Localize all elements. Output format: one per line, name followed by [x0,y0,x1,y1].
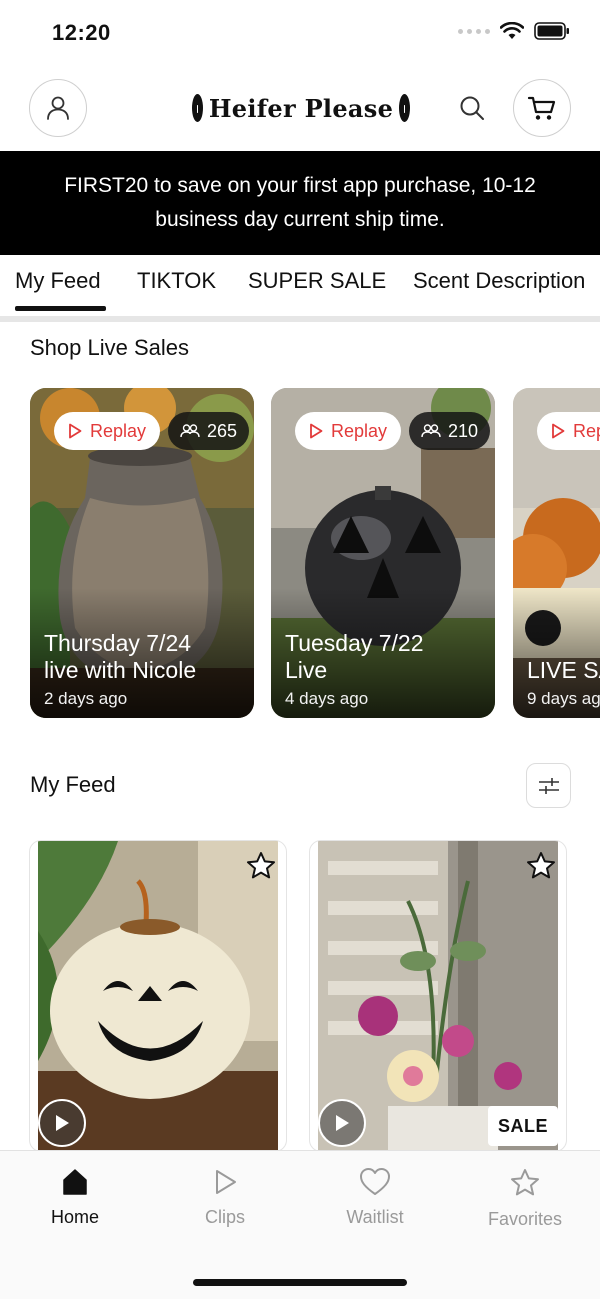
viewers-icon [421,424,441,438]
live-sale-title-line2: Live [285,657,328,683]
replay-badge[interactable]: Replay [54,412,161,450]
tabs-divider [0,316,600,322]
live-sale-age: 2 days ago [44,689,128,708]
live-sale-age: 9 days ago [527,689,600,708]
replay-label: Replay [90,420,147,441]
active-tab-indicator [15,306,106,311]
nav-clips-label: Clips [204,1207,245,1227]
nav-favorites-label: Favorites [487,1209,563,1229]
cart-icon [527,96,556,120]
tab-my-feed[interactable]: My Feed [15,268,101,294]
play-outline-icon [216,1170,236,1194]
replay-badge[interactable]: Replay [537,412,600,450]
promo-banner[interactable]: FIRST20 to save on your first app purcha… [0,151,600,255]
product-card[interactable]: SALE [309,840,567,1152]
logo-badge-left-icon [192,94,203,122]
live-sale-card[interactable]: Replay LIVE SALE 9 days ago [513,388,600,718]
cart-button[interactable] [513,79,571,137]
tab-super-sale[interactable]: SUPER SALE [248,268,386,294]
replay-label: Replay [331,420,388,441]
play-icon [336,1115,349,1131]
viewers-icon [180,424,200,438]
battery-icon [534,22,569,40]
app-header: Heifer Please [0,66,600,152]
live-sale-title-line2: live with Nicole [44,657,197,683]
viewers-count: 210 [448,420,479,441]
nav-home[interactable]: Home [15,1167,135,1228]
nav-favorites[interactable]: Favorites [465,1167,585,1230]
star-icon [511,1169,539,1196]
viewers-badge: 265 [168,412,250,450]
logo-badge-right-icon [399,94,410,122]
live-sale-title-line1: LIVE SALE [527,657,600,683]
live-sale-title: LIVE SALE [527,657,600,684]
profile-button[interactable] [29,79,87,137]
filter-button[interactable] [526,763,571,808]
favorite-button[interactable] [244,849,278,883]
my-feed-title: My Feed [30,772,116,797]
live-sale-title-line1: Thursday 7/24 [44,630,192,656]
status-icons [458,22,570,40]
search-button[interactable] [454,90,490,126]
viewers-count: 265 [207,420,238,441]
heart-icon [360,1168,390,1195]
cellular-signal-icon [458,28,490,34]
live-sale-title: Thursday 7/24 live with Nicole [44,630,196,684]
status-bar: 12:20 [0,0,600,66]
nav-home-label: Home [50,1207,99,1227]
play-outline-icon [310,423,323,439]
brand-logo-text: Heifer Please [208,93,394,123]
tab-scent-description[interactable]: Scent Description [413,268,585,294]
replay-label: Replay [573,420,600,441]
video-play-button[interactable] [38,1099,86,1147]
video-play-button[interactable] [318,1099,366,1147]
user-icon [47,96,69,120]
product-card[interactable] [29,840,287,1152]
live-sale-age: 4 days ago [285,689,369,708]
wifi-icon [500,22,524,39]
live-sales-title: Shop Live Sales [30,335,189,360]
sale-badge: SALE [487,1106,558,1146]
live-sale-title: Tuesday 7/22 Live [285,630,424,684]
home-indicator [193,1279,407,1286]
promo-text: FIRST20 to save on your first app purcha… [64,174,536,231]
play-icon [56,1115,69,1131]
search-icon [460,96,484,120]
viewers-badge: 210 [409,412,491,450]
bottom-tab-bar: Home Clips Waitlist Favorites [0,1150,600,1299]
replay-badge[interactable]: Replay [295,412,402,450]
nav-clips[interactable]: Clips [165,1167,285,1228]
favorite-button[interactable] [524,849,558,883]
live-sale-card[interactable]: Replay 210 Tuesday 7/22 Live 4 days ago [271,388,495,718]
tab-tiktok[interactable]: TIKTOK [137,268,216,294]
nav-waitlist-label: Waitlist [346,1207,404,1227]
play-outline-icon [552,423,565,439]
live-sale-title-line1: Tuesday 7/22 [285,630,424,656]
sliders-icon [538,777,559,794]
star-outline-icon [247,852,275,879]
play-outline-icon [69,423,82,439]
brand-logo[interactable]: Heifer Please [192,90,410,126]
status-time: 12:20 [52,20,111,45]
live-sale-card[interactable]: Replay 265 Thursday 7/24 live with Nicol… [30,388,254,718]
home-icon [63,1169,87,1195]
nav-waitlist[interactable]: Waitlist [315,1167,435,1228]
star-outline-icon [527,852,555,879]
